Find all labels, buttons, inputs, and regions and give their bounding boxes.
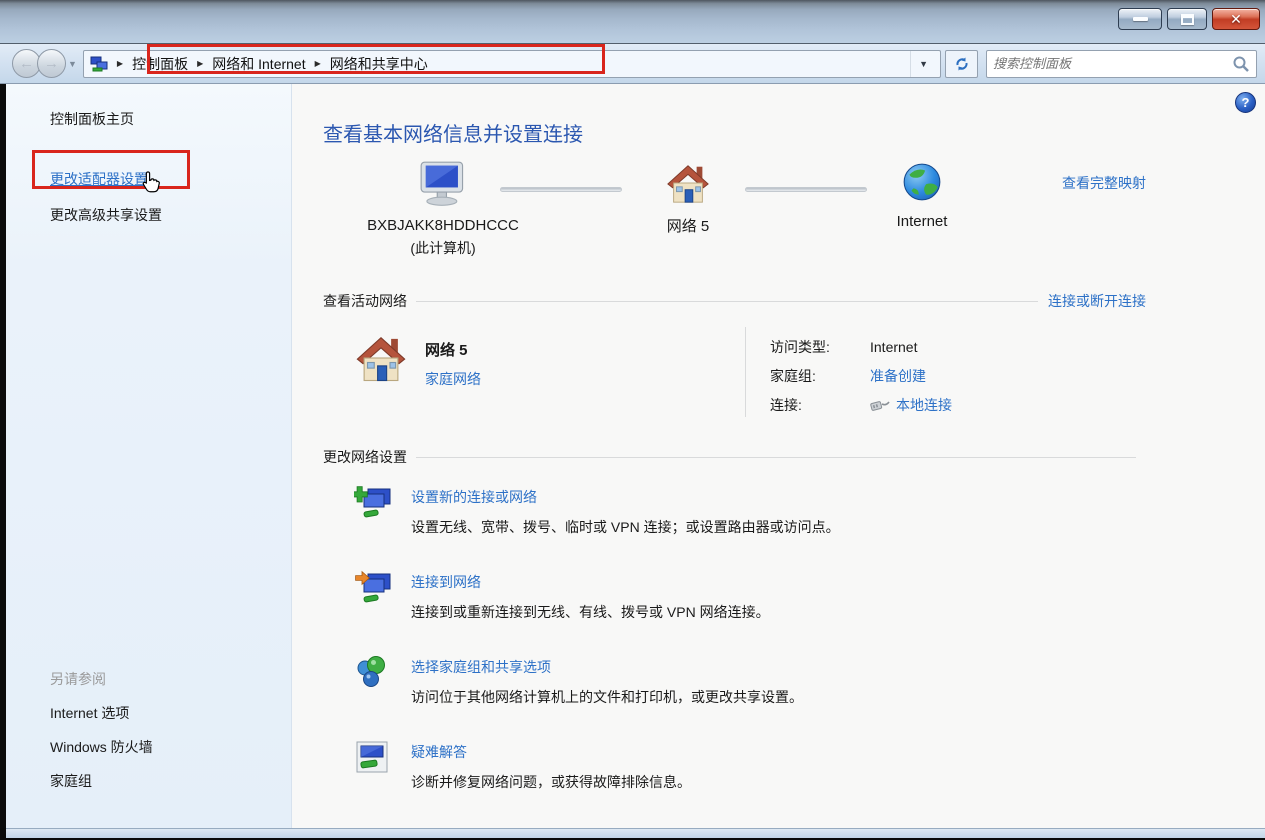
window-frame-bottom	[6, 828, 1265, 838]
change-settings-header-label: 更改网络设置	[323, 447, 407, 467]
detail-label: 访问类型:	[770, 337, 870, 357]
search-icon[interactable]	[1232, 55, 1250, 73]
map-node-label: BXBJAKK8HDDHCCC	[358, 217, 528, 234]
see-also-group: 另请参阅 Internet 选项 Windows 防火墙 家庭组	[50, 670, 281, 806]
forward-button[interactable]: →	[37, 49, 66, 78]
breadcrumb-separator-icon: ▶	[315, 59, 321, 68]
address-bar[interactable]: ▶ 控制面板 ▶ 网络和 Internet ▶ 网络和共享中心 ▼	[83, 50, 941, 78]
network-type-link[interactable]: 家庭网络	[425, 371, 481, 387]
section-rule	[416, 457, 1136, 458]
change-settings-section-header: 更改网络设置	[323, 447, 1146, 467]
house-icon	[665, 161, 711, 205]
map-node-sublabel: (此计算机)	[358, 238, 528, 258]
back-arrow-icon: ←	[19, 55, 34, 72]
active-networks-section-header: 查看活动网络 连接或断开连接	[323, 291, 1146, 311]
maximize-button[interactable]	[1167, 8, 1207, 30]
active-network-identity: 网络 5 家庭网络	[323, 325, 1146, 389]
maximize-icon	[1181, 14, 1194, 25]
detail-row-access-type: 访问类型: Internet	[770, 337, 952, 357]
task-title-link[interactable]: 连接到网络	[411, 574, 481, 590]
see-also-header: 另请参阅	[50, 670, 281, 688]
map-node-label: 网络 5	[603, 215, 773, 236]
window-body: 控制面板主页 更改适配器设置 更改高级共享设置 另请参阅 Internet 选项…	[0, 84, 1265, 828]
breadcrumb-network-sharing-center[interactable]: 网络和共享中心	[330, 54, 428, 74]
explorer-window: ✕ ← → ▼ ▶ 控制面板 ▶ 网络和 Internet ▶ 网络和共享中心 …	[0, 0, 1265, 838]
help-button[interactable]: ?	[1235, 92, 1256, 113]
navigation-bar: ← → ▼ ▶ 控制面板 ▶ 网络和 Internet ▶ 网络和共享中心 ▼	[0, 44, 1265, 84]
close-icon: ✕	[1230, 12, 1242, 26]
detail-value: Internet	[870, 339, 917, 355]
task-description: 访问位于其他网络计算机上的文件和打印机，或更改共享设置。	[411, 687, 803, 707]
detail-label: 家庭组:	[770, 366, 870, 386]
main-content: ? 查看基本网络信息并设置连接 BXBJAKK8HDDHCCC (此计算机)	[292, 84, 1265, 828]
forward-arrow-icon: →	[44, 55, 59, 72]
task-title-link[interactable]: 选择家庭组和共享选项	[411, 659, 551, 675]
task-list: 设置新的连接或网络 设置无线、宽带、拨号、临时或 VPN 连接；或设置路由器或访…	[323, 485, 1146, 792]
task-description: 诊断并修复网络问题，或获得故障排除信息。	[411, 772, 691, 792]
task-title-link[interactable]: 疑难解答	[411, 744, 467, 760]
globe-icon	[901, 161, 943, 203]
house-icon	[354, 333, 408, 383]
breadcrumb-network-internet[interactable]: 网络和 Internet	[212, 54, 305, 74]
minimize-icon	[1133, 17, 1148, 21]
task-connect-to-network: 连接到网络 连接到或重新连接到无线、有线、拨号或 VPN 网络连接。	[323, 570, 1146, 622]
connect-to-network-icon	[354, 570, 394, 606]
minimize-button[interactable]	[1118, 8, 1162, 30]
task-troubleshoot: 疑难解答 诊断并修复网络问题，或获得故障排除信息。	[323, 740, 1146, 792]
breadcrumb-control-panel[interactable]: 控制面板	[132, 54, 188, 74]
sidebar-item-change-advanced-sharing[interactable]: 更改高级共享设置	[50, 206, 281, 224]
refresh-icon	[954, 56, 970, 72]
see-full-map-link[interactable]: 查看完整映射	[1062, 173, 1146, 193]
network-map: BXBJAKK8HDDHCCC (此计算机) 网络 5	[323, 161, 1146, 285]
recent-pages-chevron-icon[interactable]: ▼	[68, 59, 77, 69]
active-network-panel: 网络 5 家庭网络 访问类型: Internet 家庭组: 准备创建	[323, 325, 1146, 421]
search-input[interactable]	[993, 56, 1232, 71]
homegroup-ready-link[interactable]: 准备创建	[870, 366, 926, 386]
new-connection-icon	[354, 485, 394, 521]
refresh-button[interactable]	[945, 50, 978, 78]
active-network-details: 访问类型: Internet 家庭组: 准备创建 连接:	[770, 337, 952, 424]
close-button[interactable]: ✕	[1212, 8, 1260, 30]
sidebar-item-homegroup[interactable]: 家庭组	[50, 772, 281, 790]
title-bar: ✕	[0, 0, 1265, 44]
breadcrumb-separator-icon: ▶	[197, 59, 203, 68]
caption-buttons: ✕	[1118, 8, 1260, 30]
address-dropdown-icon[interactable]: ▼	[910, 51, 936, 77]
search-box	[986, 50, 1257, 78]
map-node-label: Internet	[837, 213, 1007, 230]
local-connection-link[interactable]: 本地连接	[896, 395, 952, 415]
control-panel-network-icon	[90, 55, 108, 73]
troubleshoot-icon	[354, 740, 392, 776]
active-networks-header-label: 查看活动网络	[323, 291, 407, 311]
task-description: 连接到或重新连接到无线、有线、拨号或 VPN 网络连接。	[411, 602, 770, 622]
connect-disconnect-link[interactable]: 连接或断开连接	[1048, 291, 1146, 311]
sidebar-item-windows-firewall[interactable]: Windows 防火墙	[50, 738, 281, 756]
detail-label: 连接:	[770, 395, 870, 415]
breadcrumb-separator-icon: ▶	[117, 59, 123, 68]
sidebar-item-internet-options[interactable]: Internet 选项	[50, 704, 281, 722]
detail-row-homegroup: 家庭组: 准备创建	[770, 366, 952, 386]
sidebar: 控制面板主页 更改适配器设置 更改高级共享设置 另请参阅 Internet 选项…	[6, 84, 292, 828]
computer-icon	[415, 161, 471, 207]
ethernet-icon	[870, 398, 890, 412]
detail-row-connection: 连接: 本地连接	[770, 395, 952, 415]
section-rule	[416, 301, 1038, 302]
task-title-link[interactable]: 设置新的连接或网络	[411, 489, 537, 505]
map-node-computer[interactable]: BXBJAKK8HDDHCCC (此计算机)	[358, 161, 528, 258]
task-description: 设置无线、宽带、拨号、临时或 VPN 连接；或设置路由器或访问点。	[411, 517, 840, 537]
homegroup-icon	[354, 655, 394, 691]
active-network-name: 网络 5	[425, 339, 481, 360]
panel-divider	[745, 327, 746, 417]
map-node-network[interactable]: 网络 5	[603, 161, 773, 236]
task-homegroup-sharing: 选择家庭组和共享选项 访问位于其他网络计算机上的文件和打印机，或更改共享设置。	[323, 655, 1146, 707]
map-node-internet[interactable]: Internet	[837, 161, 1007, 230]
sidebar-item-change-adapter-settings[interactable]: 更改适配器设置	[50, 170, 281, 188]
help-icon: ?	[1242, 95, 1250, 110]
sidebar-item-control-panel-home[interactable]: 控制面板主页	[50, 110, 281, 128]
task-new-connection: 设置新的连接或网络 设置无线、宽带、拨号、临时或 VPN 连接；或设置路由器或访…	[323, 485, 1146, 537]
page-title: 查看基本网络信息并设置连接	[323, 118, 1146, 147]
